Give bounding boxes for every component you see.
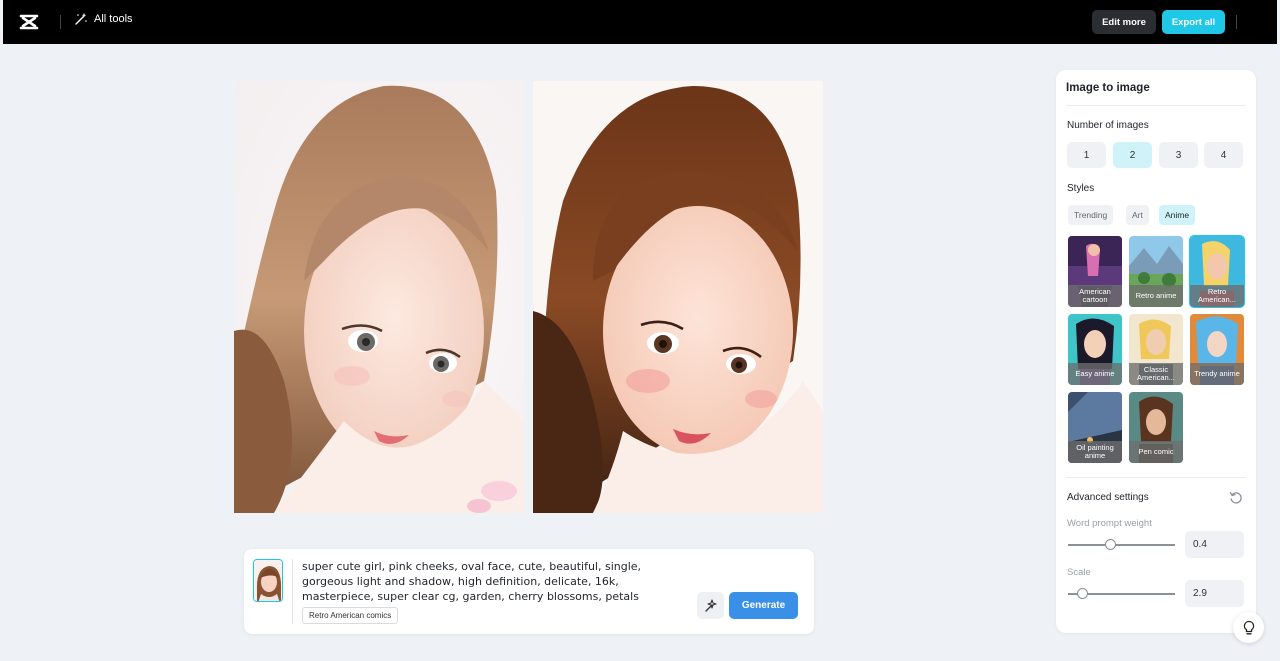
tips-button[interactable] (1233, 612, 1264, 643)
style-retro-anime[interactable]: Retro anime (1129, 236, 1183, 307)
all-tools-label: All tools (94, 13, 133, 25)
sparkle-wand-icon (704, 598, 717, 612)
style-classic-american[interactable]: Classic American... (1129, 314, 1183, 385)
style-label: Oil painting anime (1068, 441, 1122, 463)
number-option-1[interactable]: 1 (1067, 142, 1106, 168)
divider (60, 15, 61, 29)
style-label: Retro American... (1190, 285, 1244, 307)
enhance-prompt-button[interactable] (697, 592, 724, 619)
style-label: American cartoon (1068, 285, 1122, 307)
styles-label: Styles (1067, 183, 1095, 194)
divider (292, 559, 293, 624)
divider (1066, 477, 1246, 478)
reference-image-thumbnail[interactable] (253, 559, 283, 602)
portrait-image (533, 81, 823, 513)
lightbulb-icon (1243, 620, 1254, 634)
style-label: Retro anime (1129, 285, 1183, 307)
style-tag[interactable]: Retro American comics (302, 607, 399, 624)
style-easy-anime[interactable]: Easy anime (1068, 314, 1122, 385)
word-prompt-weight-slider[interactable] (1068, 538, 1175, 552)
style-oil-painting-anime[interactable]: Oil painting anime (1068, 392, 1122, 463)
number-option-4[interactable]: 4 (1204, 142, 1243, 168)
number-of-images-label: Number of images (1067, 120, 1149, 131)
tab-art[interactable]: Art (1126, 205, 1149, 225)
scale-value[interactable]: 2.9 (1185, 580, 1244, 607)
edit-more-button[interactable]: Edit more (1092, 10, 1156, 34)
scale-label: Scale (1067, 567, 1091, 578)
style-label: Easy anime (1068, 363, 1122, 385)
divider (1236, 15, 1237, 29)
tab-anime[interactable]: Anime (1159, 205, 1196, 225)
number-option-3[interactable]: 3 (1159, 142, 1198, 168)
style-pen-comic[interactable]: Pen comic (1129, 392, 1183, 463)
thumbnail-image (254, 560, 282, 601)
prompt-panel: super cute girl, pink cheeks, oval face,… (244, 549, 814, 634)
style-trendy-anime[interactable]: Trendy anime (1190, 314, 1244, 385)
word-prompt-weight-value[interactable]: 0.4 (1185, 531, 1244, 558)
style-american-cartoon[interactable]: American cartoon (1068, 236, 1122, 307)
magic-wand-icon (75, 13, 87, 25)
style-label: Classic American... (1129, 363, 1183, 385)
generated-image-1[interactable] (234, 81, 524, 513)
export-all-button[interactable]: Export all (1162, 10, 1225, 34)
style-retro-american[interactable]: Retro American... (1189, 235, 1245, 308)
number-option-2[interactable]: 2 (1113, 142, 1152, 168)
divider (1066, 105, 1246, 106)
generated-image-2[interactable] (533, 81, 823, 513)
tab-trending[interactable]: Trending (1068, 205, 1114, 225)
reset-icon[interactable] (1229, 491, 1243, 505)
panel-title: Image to image (1066, 82, 1150, 94)
style-label: Pen comic (1129, 441, 1183, 463)
generate-button[interactable]: Generate (729, 592, 798, 619)
style-label: Trendy anime (1190, 363, 1244, 385)
settings-panel: Image to image Number of images 1 2 3 4 … (1056, 70, 1256, 633)
scale-slider[interactable] (1068, 587, 1175, 601)
top-bar: All tools Edit more Export all (3, 0, 1277, 44)
capcut-logo-icon[interactable] (19, 12, 41, 32)
slider-knob[interactable] (1077, 588, 1088, 599)
word-prompt-weight-label: Word prompt weight (1067, 518, 1152, 529)
slider-track (1068, 544, 1175, 546)
slider-knob[interactable] (1105, 539, 1116, 550)
all-tools-button[interactable]: All tools (74, 12, 133, 26)
advanced-settings-label: Advanced settings (1067, 492, 1149, 503)
prompt-input[interactable]: super cute girl, pink cheeks, oval face,… (302, 559, 672, 604)
portrait-image (234, 81, 524, 513)
